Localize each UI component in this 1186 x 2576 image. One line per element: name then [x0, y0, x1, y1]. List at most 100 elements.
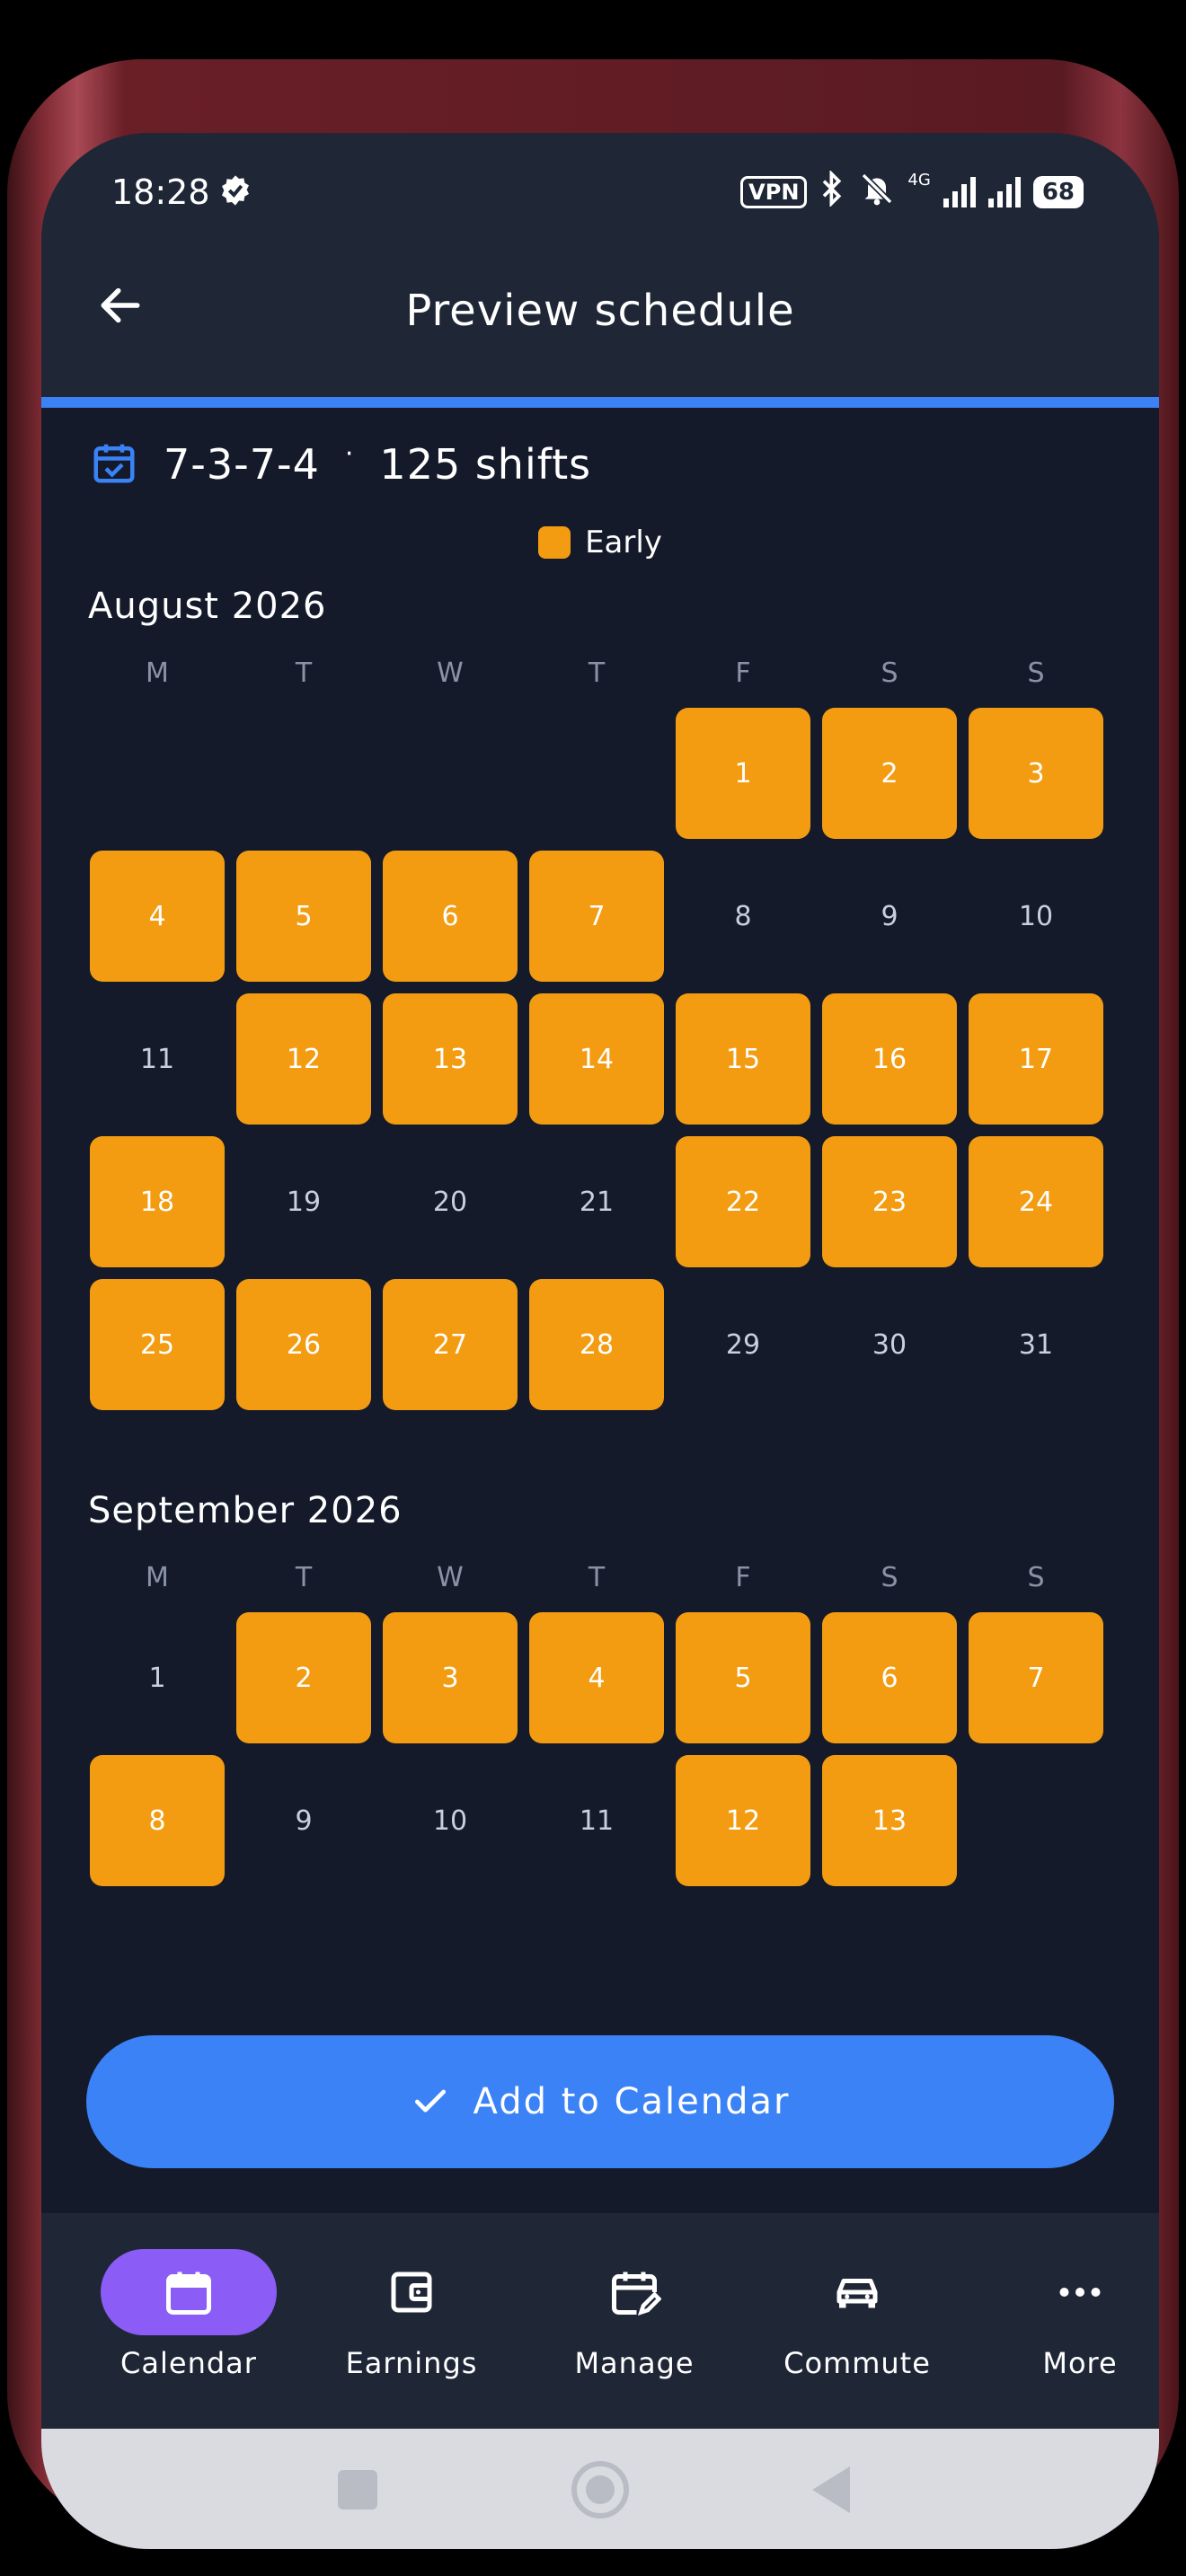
calendar-day-shift[interactable]: 3 — [969, 708, 1103, 839]
app-bar: Preview schedule — [41, 232, 1159, 397]
calendar-day[interactable]: 21 — [529, 1136, 664, 1267]
calendar-day-shift[interactable]: 5 — [676, 1612, 810, 1743]
add-to-calendar-button[interactable]: Add to Calendar — [86, 2035, 1114, 2168]
calendar-day-shift[interactable]: 18 — [90, 1136, 225, 1267]
calendar-day[interactable]: 1 — [90, 1612, 225, 1743]
calendar-day-shift[interactable]: 3 — [383, 1612, 518, 1743]
calendar-day-shift[interactable]: 6 — [822, 1612, 957, 1743]
calendar-day-shift[interactable]: 24 — [969, 1136, 1103, 1267]
calendar-day-shift[interactable]: 28 — [529, 1279, 664, 1410]
calendar-day-shift[interactable]: 7 — [969, 1612, 1103, 1743]
calendar-day-shift[interactable]: 13 — [822, 1755, 957, 1886]
nav-pill-manage — [546, 2249, 722, 2335]
calendar-day[interactable]: 11 — [90, 993, 225, 1125]
calendar-day-shift[interactable]: 14 — [529, 993, 664, 1125]
calendar-day-shift[interactable]: 12 — [236, 993, 371, 1125]
legend: Early — [41, 525, 1159, 560]
calendar-day-shift[interactable]: 25 — [90, 1279, 225, 1410]
weekday-label: S — [1027, 657, 1045, 689]
calendar-day-shift[interactable]: 26 — [236, 1279, 371, 1410]
calendar-day-shift[interactable]: 2 — [822, 708, 957, 839]
calendar-day-shift[interactable]: 15 — [676, 993, 810, 1125]
calendar-day[interactable]: 8 — [676, 851, 810, 982]
home-button[interactable] — [571, 2461, 629, 2519]
calendar-day[interactable]: 10 — [969, 851, 1103, 982]
verified-icon — [217, 172, 253, 216]
calendar-day-shift[interactable]: 4 — [90, 851, 225, 982]
calendar-day-shift[interactable]: 27 — [383, 1279, 518, 1410]
month-title: August 2026 — [88, 586, 327, 627]
weekday-label: M — [146, 657, 169, 689]
calendar-day[interactable]: 10 — [383, 1755, 518, 1886]
calendar-day-shift[interactable]: 16 — [822, 993, 957, 1125]
nav-item-more[interactable]: More — [969, 2249, 1159, 2380]
bottom-navigation: Calendar Earnings Manage Commute More — [41, 2213, 1159, 2429]
calendar-day-shift[interactable]: 5 — [236, 851, 371, 982]
weekday-label: W — [437, 657, 464, 689]
signal-icon — [943, 177, 976, 207]
nav-pill-calendar — [101, 2249, 277, 2335]
legend-label-early: Early — [585, 525, 662, 560]
calendar-day-shift[interactable]: 12 — [676, 1755, 810, 1886]
screen: 18:28 VPN 4G 68 Preview schedule 7-3-7-4… — [41, 133, 1159, 2549]
calendar-day[interactable]: 30 — [822, 1279, 957, 1410]
calendar-day[interactable]: 20 — [383, 1136, 518, 1267]
page-title: Preview schedule — [405, 286, 795, 336]
nav-item-earnings[interactable]: Earnings — [300, 2249, 523, 2380]
summary-separator: · — [344, 437, 355, 470]
bluetooth-icon — [819, 169, 846, 214]
calendar-day-shift[interactable]: 22 — [676, 1136, 810, 1267]
nav-item-commute[interactable]: Commute — [746, 2249, 969, 2380]
nav-label-calendar: Calendar — [120, 2346, 257, 2380]
calendar-day-shift[interactable]: 8 — [90, 1755, 225, 1886]
signal-icon-2 — [987, 177, 1021, 207]
calendar-day-shift[interactable]: 17 — [969, 993, 1103, 1125]
weekday-label: T — [588, 657, 606, 689]
calendar-day[interactable]: 9 — [822, 851, 957, 982]
nav-label-earnings: Earnings — [345, 2346, 478, 2380]
calendar-day[interactable]: 9 — [236, 1755, 371, 1886]
system-navigation-bar — [41, 2429, 1159, 2549]
progress-bar — [41, 397, 1159, 408]
weekday-label: M — [146, 1562, 169, 1593]
calendar-scroll-area[interactable]: August 2026 M T W T F S S 1 2 3 4 5 6 7 8 9 10 11 12 13 14 15 1… — [41, 582, 1159, 2017]
calendar-day-shift[interactable]: 1 — [676, 708, 810, 839]
nav-label-manage: Manage — [574, 2346, 695, 2380]
weekday-label: W — [437, 1562, 464, 1593]
phone-frame: 18:28 VPN 4G 68 Preview schedule 7-3-7-4… — [7, 59, 1179, 2549]
recents-button[interactable] — [338, 2470, 377, 2510]
calendar-day-shift[interactable]: 4 — [529, 1612, 664, 1743]
calendar-day-shift[interactable]: 2 — [236, 1612, 371, 1743]
muted-bell-icon — [859, 171, 895, 214]
calendar-day[interactable]: 29 — [676, 1279, 810, 1410]
calendar-icon — [166, 2272, 211, 2315]
status-icons: VPN 4G 68 — [740, 169, 1084, 214]
weekday-label: T — [295, 1562, 313, 1593]
month-title: September 2026 — [88, 1490, 403, 1531]
weekday-label: F — [735, 1562, 751, 1593]
system-back-button[interactable] — [812, 2466, 850, 2513]
calendar-day-shift[interactable]: 7 — [529, 851, 664, 982]
calendar-day[interactable]: 11 — [529, 1755, 664, 1886]
calendar-day-shift[interactable]: 6 — [383, 851, 518, 982]
weekday-label: F — [735, 657, 751, 689]
vpn-badge: VPN — [740, 176, 808, 208]
add-to-calendar-label: Add to Calendar — [473, 2081, 791, 2122]
calendar-day-shift[interactable]: 13 — [383, 993, 518, 1125]
weekday-label: S — [881, 657, 898, 689]
nav-item-calendar[interactable]: Calendar — [77, 2249, 300, 2380]
calendar-day-shift[interactable]: 23 — [822, 1136, 957, 1267]
legend-swatch-early — [538, 526, 571, 559]
network-type: 4G — [907, 171, 931, 190]
battery-indicator: 68 — [1032, 176, 1084, 208]
calendar-day[interactable]: 31 — [969, 1279, 1103, 1410]
more-dots-icon — [1059, 2288, 1101, 2297]
calendar-day[interactable]: 19 — [236, 1136, 371, 1267]
calendar-check-icon — [90, 438, 138, 490]
nav-item-manage[interactable]: Manage — [523, 2249, 746, 2380]
weekday-label: T — [588, 1562, 606, 1593]
car-icon — [836, 2279, 878, 2308]
status-time: 18:28 — [111, 172, 210, 212]
shift-count: 125 shifts — [379, 440, 592, 489]
nav-pill-commute — [769, 2249, 945, 2335]
